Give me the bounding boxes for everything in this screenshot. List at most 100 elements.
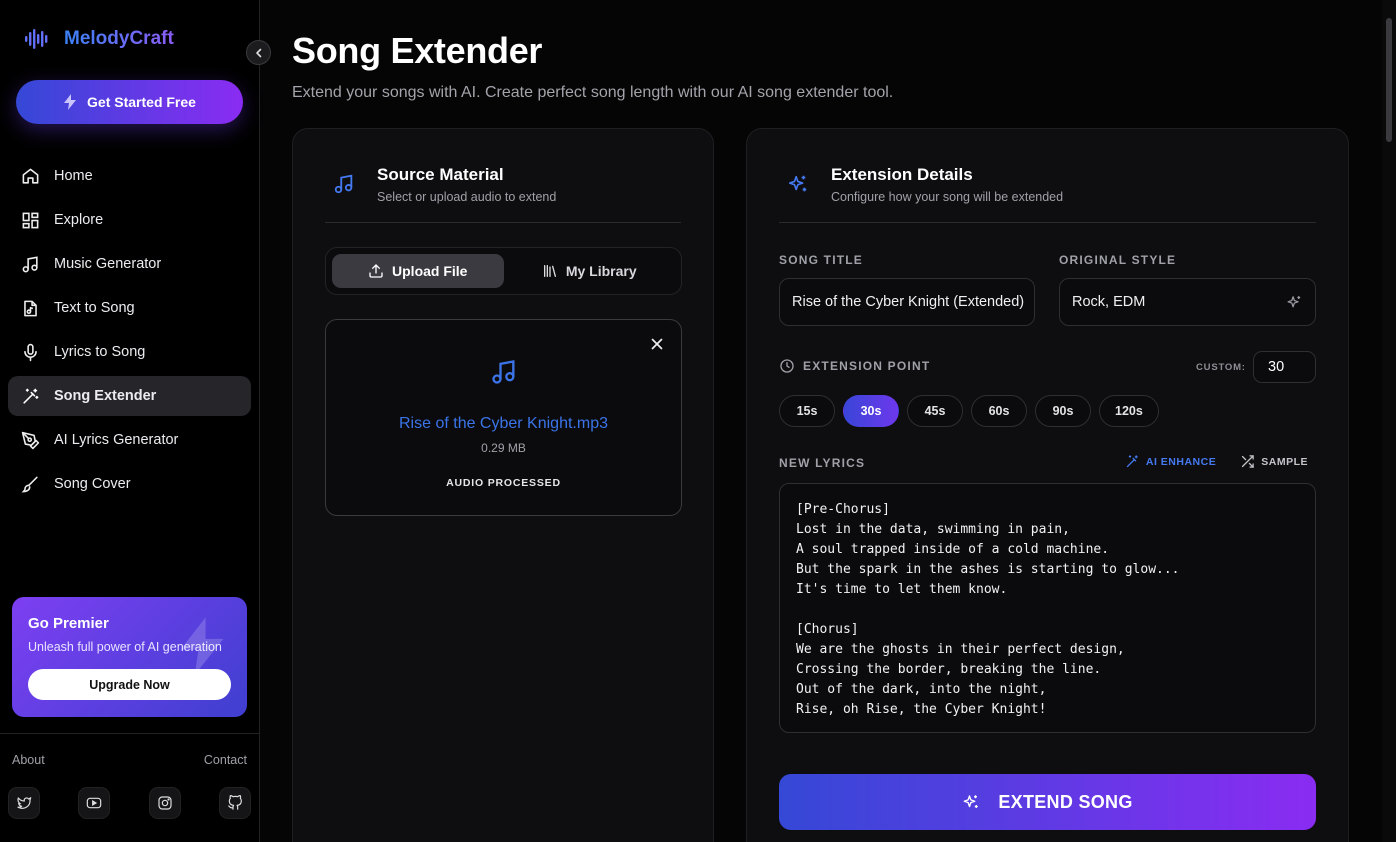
point-option-30s[interactable]: 30s [843, 395, 899, 427]
magic-wand-icon [1126, 455, 1138, 468]
file-name: Rise of the Cyber Knight.mp3 [399, 415, 608, 432]
extension-point-label: EXTENSION POINT [803, 359, 931, 373]
tab-my-library[interactable]: My Library [504, 254, 676, 288]
sidebar-item-song-extender[interactable]: Song Extender [8, 376, 251, 416]
sidebar-item-music-generator[interactable]: Music Generator [8, 244, 251, 284]
scrollbar-thumb[interactable] [1386, 18, 1392, 142]
sparkles-icon [788, 175, 807, 192]
lyrics-textarea[interactable]: [Pre-Chorus] Lost in the data, swimming … [779, 483, 1316, 733]
point-option-45s[interactable]: 45s [907, 395, 963, 427]
waveform-logo-icon [25, 29, 48, 49]
instagram-icon [158, 796, 172, 810]
sidebar-item-lyrics-to-song[interactable]: Lyrics to Song [8, 332, 251, 372]
sidebar-item-explore[interactable]: Explore [8, 200, 251, 240]
brand-name: MelodyCraft [64, 28, 174, 49]
ai-enhance-button[interactable]: AI ENHANCE [1125, 454, 1216, 469]
premier-promo-card: Go Premier Unleash full power of AI gene… [12, 597, 247, 717]
original-style-value: Rock, EDM [1072, 294, 1146, 310]
contact-link[interactable]: Contact [204, 753, 247, 767]
music-note-icon [20, 254, 40, 274]
file-size: 0.29 MB [481, 441, 526, 455]
lyrics-actions: AI ENHANCE SAMPLE [1125, 454, 1308, 469]
music-note-icon [334, 174, 353, 194]
instagram-button[interactable] [148, 787, 181, 819]
get-started-label: Get Started Free [87, 94, 196, 110]
youtube-button[interactable] [78, 787, 111, 819]
song-title-input[interactable]: Rise of the Cyber Knight (Extended) [779, 278, 1035, 326]
about-link[interactable]: About [12, 753, 45, 767]
magic-wand-icon [20, 386, 40, 406]
home-icon [20, 166, 40, 186]
chevron-left-icon [255, 48, 261, 57]
song-title-label: SONG TITLE [779, 253, 863, 267]
sidebar-item-label: AI Lyrics Generator [54, 432, 179, 448]
point-option-120s[interactable]: 120s [1099, 395, 1159, 427]
sidebar: MelodyCraft Get Started Free Home Explor… [0, 0, 260, 842]
twitter-icon [17, 797, 32, 809]
brush-icon [20, 474, 40, 494]
card-description: Select or upload audio to extend [377, 190, 557, 204]
sidebar-item-label: Song Cover [54, 476, 131, 492]
card-header: Extension Details Configure how your son… [779, 165, 1316, 223]
tab-upload-file[interactable]: Upload File [332, 254, 504, 288]
custom-label: CUSTOM: [1196, 362, 1246, 373]
github-button[interactable] [218, 787, 251, 819]
original-style-label: ORIGINAL STYLE [1059, 253, 1177, 267]
point-option-90s[interactable]: 90s [1035, 395, 1091, 427]
sidebar-item-label: Song Extender [54, 388, 157, 404]
extension-point-header: EXTENSION POINT [779, 358, 930, 374]
close-icon [651, 338, 663, 350]
sidebar-item-label: Explore [54, 212, 104, 228]
original-style-input[interactable]: Rock, EDM [1059, 278, 1316, 326]
sparkles-icon [963, 795, 979, 808]
card-description: Configure how your song will be extended [831, 190, 1064, 204]
card-title: Extension Details [831, 165, 973, 184]
sparkles-icon[interactable] [1286, 294, 1303, 311]
sidebar-item-ai-lyrics-generator[interactable]: AI Lyrics Generator [8, 420, 251, 460]
pen-tool-icon [20, 430, 40, 450]
new-lyrics-label: NEW LYRICS [779, 456, 866, 470]
uploaded-file-card: Rise of the Cyber Knight.mp3 0.29 MB AUD… [325, 319, 682, 516]
sample-button[interactable]: SAMPLE [1240, 454, 1308, 469]
collapse-sidebar-button[interactable] [246, 40, 271, 65]
point-option-15s[interactable]: 15s [779, 395, 835, 427]
shuffle-icon [1242, 455, 1254, 468]
github-icon [228, 795, 242, 810]
page-title: Song Extender [292, 30, 543, 71]
sidebar-item-text-to-song[interactable]: Text to Song [8, 288, 251, 328]
library-icon [543, 265, 556, 277]
sidebar-item-label: Text to Song [54, 300, 135, 316]
file-status: AUDIO PROCESSED [446, 477, 561, 489]
youtube-icon [87, 797, 102, 809]
sidebar-item-label: Home [54, 168, 93, 184]
brand-logo[interactable]: MelodyCraft [24, 28, 174, 50]
clock-icon [780, 359, 794, 373]
sidebar-footer: About Contact [0, 733, 259, 819]
grid-icon [20, 210, 40, 230]
microphone-icon [20, 342, 40, 362]
sidebar-nav: Home Explore Music Generator Text to Son… [8, 156, 251, 508]
sidebar-item-song-cover[interactable]: Song Cover [8, 464, 251, 504]
music-note-icon [491, 360, 514, 384]
extension-point-options: 15s 30s 45s 60s 90s 120s [779, 395, 1159, 427]
upload-icon [369, 264, 383, 278]
extend-song-button[interactable]: EXTEND SONG [779, 774, 1316, 830]
lightning-icon [64, 94, 77, 110]
get-started-button[interactable]: Get Started Free [16, 80, 243, 124]
twitter-button[interactable] [8, 787, 40, 819]
ai-enhance-label: AI ENHANCE [1145, 455, 1217, 468]
tab-label: My Library [565, 263, 637, 279]
sidebar-item-label: Lyrics to Song [54, 344, 146, 360]
card-title: Source Material [377, 165, 504, 184]
extend-song-label: EXTEND SONG [998, 791, 1133, 812]
point-option-60s[interactable]: 60s [971, 395, 1027, 427]
sample-label: SAMPLE [1261, 455, 1308, 468]
page-scrollbar[interactable] [1382, 0, 1396, 842]
sidebar-item-home[interactable]: Home [8, 156, 251, 196]
remove-file-button[interactable] [649, 336, 665, 352]
upgrade-now-button[interactable]: Upgrade Now [28, 669, 231, 700]
sidebar-item-label: Music Generator [54, 256, 162, 272]
file-icon-wrap [326, 358, 681, 386]
custom-seconds-input[interactable]: 30 [1253, 351, 1316, 383]
tab-label: Upload File [392, 263, 468, 279]
